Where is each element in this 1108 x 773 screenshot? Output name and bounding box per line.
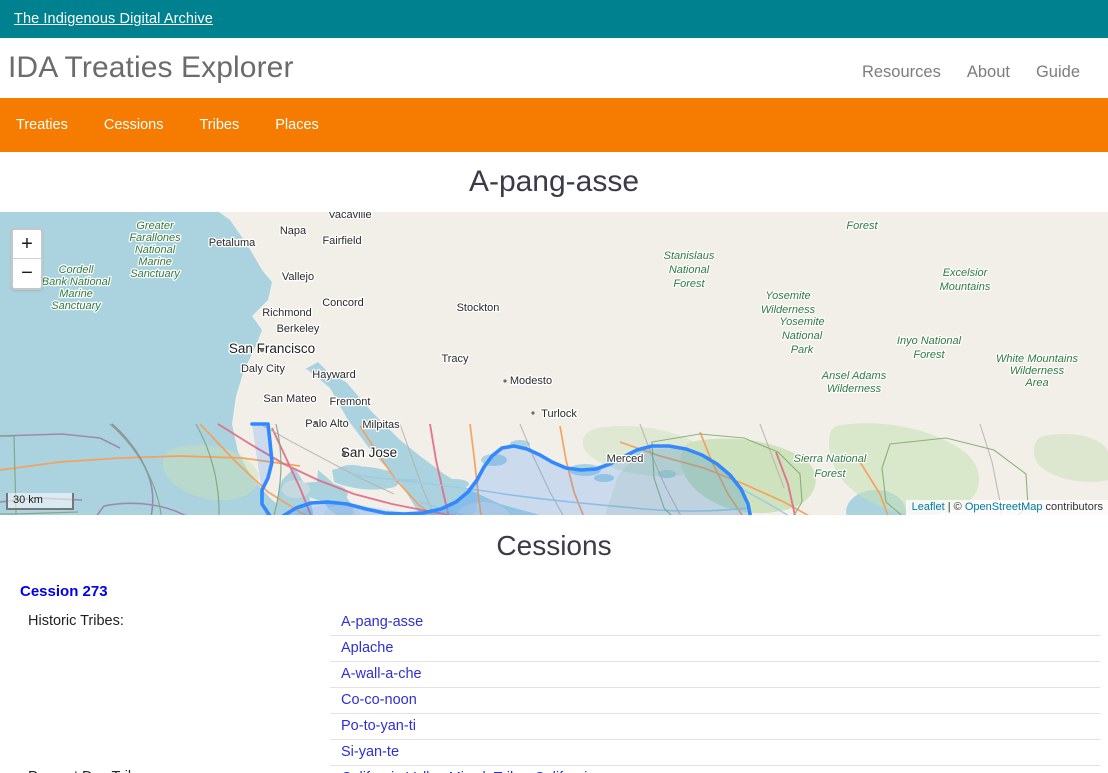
property-label-historic-tribes: Historic Tribes: — [0, 610, 330, 634]
map-attribution: Leaflet | © OpenStreetMap contributors — [906, 500, 1108, 515]
map-scale-bar: 30 km — [6, 493, 74, 510]
property-row-present-day-tribes: Present Day Tribes: California Valley Mi… — [0, 766, 1108, 773]
site-header: IDA Treaties Explorer Resources About Gu… — [0, 38, 1108, 98]
cession-heading-link[interactable]: Cession 273 — [0, 577, 1108, 610]
tribe-link[interactable]: Aplache — [341, 640, 393, 656]
list-item[interactable]: Po-to-yan-ti — [330, 714, 1100, 740]
page-title: A-pang-asse — [0, 152, 1108, 212]
nav-treaties[interactable]: Treaties — [16, 117, 68, 133]
tribe-link[interactable]: A-wall-a-che — [341, 666, 422, 682]
openstreetmap-link[interactable]: OpenStreetMap — [965, 501, 1043, 513]
main-navigation: Treaties Cessions Tribes Places — [0, 98, 1108, 152]
zoom-out-button[interactable]: − — [13, 259, 41, 288]
zoom-in-button[interactable]: + — [13, 230, 41, 259]
list-item[interactable]: California Valley Miwok Tribe, Californi… — [330, 766, 1100, 773]
map-container[interactable]: x Greater Farallones National Marine San… — [0, 212, 1108, 515]
nav-resources[interactable]: Resources — [862, 63, 941, 82]
list-item[interactable]: A-wall-a-che — [330, 662, 1100, 688]
property-values-historic-tribes: A-pang-asse Aplache A-wall-a-che Co-co-n… — [330, 610, 1108, 766]
top-utility-bar: The Indigenous Digital Archive — [0, 0, 1108, 38]
page-brand-title: IDA Treaties Explorer — [8, 51, 294, 85]
nav-tribes[interactable]: Tribes — [199, 117, 239, 133]
list-item[interactable]: A-pang-asse — [330, 610, 1100, 636]
utility-nav: Resources About Guide — [862, 55, 1094, 82]
nav-cessions[interactable]: Cessions — [104, 117, 164, 133]
attribution-separator: | © — [945, 501, 965, 513]
list-item[interactable]: Aplache — [330, 636, 1100, 662]
attribution-tail: contributors — [1042, 501, 1103, 513]
property-row-historic-tribes: Historic Tribes: A-pang-asse Aplache A-w… — [0, 610, 1108, 766]
nav-places[interactable]: Places — [275, 117, 319, 133]
tribe-link[interactable]: Co-co-noon — [341, 692, 417, 708]
nav-guide[interactable]: Guide — [1036, 63, 1080, 82]
map-zoom-controls[interactable]: + − — [11, 228, 43, 290]
map-canvas[interactable]: x — [0, 212, 1108, 515]
cession-block: Cession 273 Historic Tribes: A-pang-asse… — [0, 577, 1108, 773]
tribe-link[interactable]: A-pang-asse — [341, 614, 423, 630]
list-item[interactable]: Co-co-noon — [330, 688, 1100, 714]
section-title-cessions: Cessions — [0, 515, 1108, 577]
nav-about[interactable]: About — [967, 63, 1010, 82]
list-item[interactable]: Si-yan-te — [330, 740, 1100, 766]
property-values-present-day-tribes: California Valley Miwok Tribe, Californi… — [330, 766, 1108, 773]
property-label-present-day-tribes: Present Day Tribes: — [0, 766, 330, 773]
tribe-link[interactable]: Po-to-yan-ti — [341, 718, 416, 734]
cession-properties: Historic Tribes: A-pang-asse Aplache A-w… — [0, 610, 1108, 773]
indigenous-digital-archive-link[interactable]: The Indigenous Digital Archive — [14, 11, 213, 27]
leaflet-link[interactable]: Leaflet — [912, 501, 945, 513]
tribe-link[interactable]: Si-yan-te — [341, 744, 399, 760]
